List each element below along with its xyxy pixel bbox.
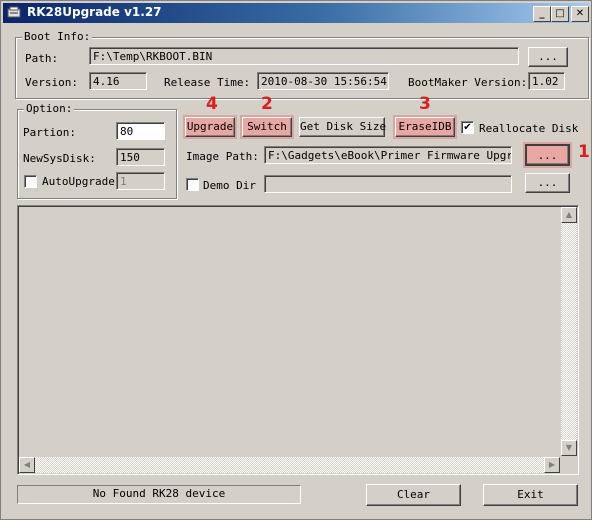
newsysdisk-label: NewSysDisk: [23, 152, 96, 165]
release-time-label: Release Time: [164, 76, 251, 89]
horizontal-scrollbar[interactable]: ◀ ▶ [19, 457, 560, 473]
scroll-left-button[interactable]: ◀ [19, 457, 35, 473]
app-icon [7, 6, 21, 18]
upgrade-button[interactable]: Upgrade [183, 115, 237, 139]
switch-button[interactable]: Switch [240, 115, 294, 139]
close-button[interactable]: ✕ [571, 6, 589, 22]
path-label: Path: [25, 52, 59, 65]
demo-dir-checkbox[interactable] [186, 178, 199, 191]
status-bar: No Found RK28 device [17, 485, 301, 504]
image-path-field[interactable]: F:\Gadgets\eBook\Primer Firmware Upgrade… [264, 146, 512, 164]
annotation-4: 4 [206, 94, 218, 114]
clear-button[interactable]: Clear [366, 484, 461, 506]
reallocate-disk-label[interactable]: Reallocate Disk [479, 122, 578, 135]
scroll-right-button[interactable]: ▶ [544, 457, 560, 473]
erase-idb-button[interactable]: EraseIDB [393, 115, 457, 139]
demo-dir-field [264, 175, 512, 193]
option-label: Option: [24, 102, 75, 115]
newsysdisk-field: 150 [116, 148, 165, 166]
maximize-button[interactable]: □ [551, 6, 569, 22]
log-area[interactable]: ▲ ▼ ◀ ▶ [17, 205, 579, 475]
annotation-1: 1 [578, 142, 590, 162]
exit-button[interactable]: Exit [483, 484, 578, 506]
demo-dir-browse-button[interactable]: ... [525, 173, 570, 193]
bootmaker-version-field: 1.02 [528, 72, 565, 90]
window-title: RK28Upgrade v1.27 [27, 5, 162, 19]
version-label: Version: [25, 76, 78, 89]
boot-browse-button[interactable]: ... [528, 47, 568, 67]
autoupgrade-field: 1 [116, 172, 165, 190]
annotation-3: 3 [419, 94, 431, 114]
reallocate-disk-checkbox[interactable]: ✔ [461, 121, 474, 134]
autoupgrade-label[interactable]: AutoUpgrade [42, 175, 115, 188]
autoupgrade-checkbox[interactable] [24, 175, 37, 188]
partion-label: Partion: [23, 126, 76, 139]
scroll-corner [560, 456, 577, 473]
release-time-field: 2010-08-30 15:56:54 [257, 72, 389, 90]
boot-path-field[interactable]: F:\Temp\RKBOOT.BIN [89, 47, 519, 65]
vertical-scrollbar[interactable]: ▲ ▼ [561, 207, 577, 456]
image-path-label: Image Path: [186, 150, 259, 163]
image-browse-button[interactable]: ... [523, 142, 572, 168]
bootmaker-version-label: BootMaker Version: [408, 76, 528, 89]
scroll-up-button[interactable]: ▲ [561, 207, 577, 223]
app-window: RK28Upgrade v1.27 _ □ ✕ Boot Info: Path:… [0, 0, 592, 520]
boot-info-label: Boot Info: [22, 30, 93, 43]
title-bar[interactable]: RK28Upgrade v1.27 _ □ ✕ [3, 3, 589, 23]
minimize-button[interactable]: _ [533, 6, 551, 22]
scroll-down-button[interactable]: ▼ [561, 440, 577, 456]
annotation-2: 2 [261, 94, 273, 114]
get-disk-size-button[interactable]: Get Disk Size [299, 117, 386, 137]
partion-input[interactable]: 80 [116, 122, 165, 140]
version-field: 4.16 [89, 72, 147, 90]
demo-dir-label[interactable]: Demo Dir [203, 179, 256, 192]
